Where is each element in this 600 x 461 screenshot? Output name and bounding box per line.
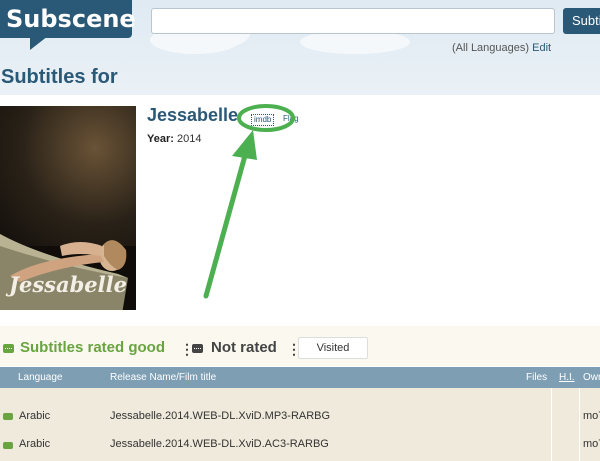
row-release-link[interactable]: Jessabelle.2014.WEB-DL.XviD.MP3-RARBG	[110, 410, 330, 422]
col-header-release[interactable]: Release Name/Film title	[110, 372, 216, 383]
filter-rated-good[interactable]: Subtitles rated good	[20, 339, 165, 356]
highlight-ellipse	[237, 104, 295, 132]
rating-icon	[3, 413, 13, 420]
col-header-language[interactable]: Language	[18, 372, 63, 383]
row-owner-link[interactable]: mo7	[583, 438, 600, 450]
col-header-hearing-impaired[interactable]: H.I.	[559, 372, 575, 383]
row-release-link[interactable]: Jessabelle.2014.WEB-DL.XviD.AC3-RARBG	[110, 438, 329, 450]
table-body	[0, 388, 600, 461]
good-rating-icon	[3, 344, 14, 353]
col-header-owner[interactable]: Owner	[583, 372, 600, 383]
row-language: Arabic	[19, 410, 51, 422]
column-divider	[579, 388, 580, 461]
col-header-files[interactable]: Files	[526, 372, 547, 383]
annotation-arrow-head	[232, 130, 257, 160]
column-divider	[551, 388, 552, 461]
filter-not-rated[interactable]: Not rated	[211, 339, 277, 356]
row-language: Arabic	[19, 438, 51, 450]
table-header	[0, 367, 600, 388]
row-owner-link[interactable]: mo7	[583, 410, 600, 422]
annotation-arrow-shaft	[203, 149, 249, 299]
rating-icon	[3, 442, 13, 449]
visited-filter-button[interactable]: Visited	[298, 337, 368, 359]
not-rated-icon	[192, 344, 203, 353]
